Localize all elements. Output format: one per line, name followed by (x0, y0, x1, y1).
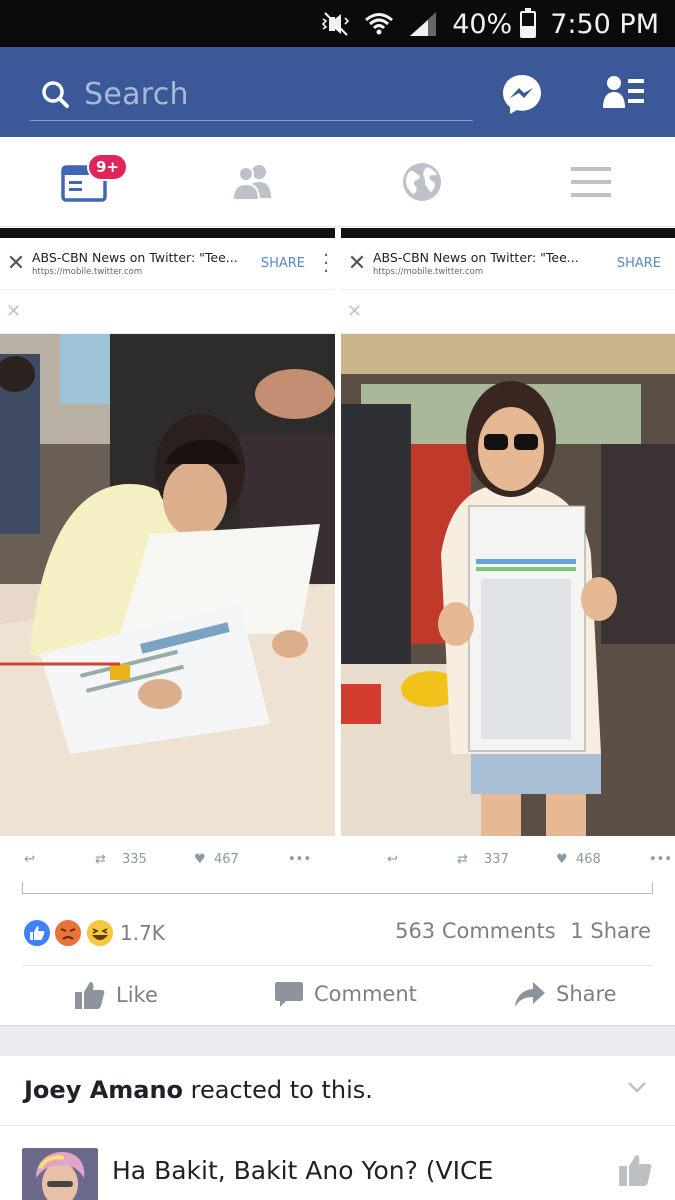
retweet-icon: ⇄ (95, 852, 106, 867)
embedded-browser-header: ✕ ABS-CBN News on Twitter: "Tee... https… (341, 238, 675, 290)
like-label: Like (116, 983, 158, 1007)
activity-story-header: Joey Amano reacted to this. (0, 1056, 675, 1126)
reaction-icons (22, 918, 114, 948)
comments-share-counts[interactable]: 563 Comments 1 Share (395, 919, 651, 943)
search-box[interactable]: Search (30, 69, 473, 121)
retweet-count: 337 (484, 852, 509, 867)
avatar[interactable] (22, 1148, 98, 1200)
reactions-summary[interactable]: 1.7K 563 Comments 1 Share (0, 905, 675, 965)
close-icon: ✕ (347, 251, 367, 276)
embedded-tweet-url: https://mobile.twitter.com (32, 267, 143, 277)
embedded-status-bar (0, 228, 335, 238)
tab-news-feed[interactable]: 9+ (34, 137, 134, 227)
reply-icon: ↩ (24, 852, 35, 867)
heart-icon: ♥ (556, 852, 568, 867)
friend-requests-icon[interactable] (603, 74, 645, 110)
post-photo-grid: ✕ ABS-CBN News on Twitter: "Tee... https… (0, 228, 675, 883)
tab-bar: 9+ (0, 137, 675, 227)
photo-woman-holding-ballot (341, 334, 675, 836)
next-post: Ha Bakit, Bakit Ano Yon? (VICE (0, 1126, 675, 1200)
search-icon (42, 80, 69, 108)
retweet-icon: ⇄ (457, 852, 468, 867)
embedded-share-label: SHARE (260, 256, 305, 271)
tab-menu[interactable] (541, 137, 641, 227)
chevron-down-icon[interactable] (627, 1080, 647, 1094)
heart-icon: ♥ (194, 852, 206, 867)
page-post-title[interactable]: Ha Bakit, Bakit Ano Yon? (VICE (112, 1156, 493, 1185)
comment-button[interactable]: Comment (274, 980, 417, 1008)
comment-label: Comment (314, 982, 417, 1006)
reply-icon: ↩ (387, 852, 398, 867)
battery-percent: 40% (452, 8, 513, 40)
clock: 7:50 PM (550, 8, 659, 40)
like-page-icon[interactable] (617, 1152, 653, 1188)
more-icon: ••• (288, 852, 312, 867)
close-icon: ✕ (6, 251, 26, 276)
activity-text: reacted to this. (183, 1076, 373, 1104)
signal-icon (410, 12, 437, 36)
embedded-status-bar (341, 228, 675, 238)
thumbs-up-icon (75, 982, 105, 1009)
notification-badge: 9+ (87, 153, 129, 181)
like-button[interactable]: Like (74, 980, 158, 1010)
embedded-close-icon: ✕ (0, 290, 335, 334)
tweet-actions: ↩ ⇄ 335 ♥ 467 ••• (0, 840, 335, 880)
menu-icon (571, 167, 611, 197)
retweet-count: 335 (122, 852, 147, 867)
post-photo-right[interactable]: ✕ ABS-CBN News on Twitter: "Tee... https… (341, 228, 675, 883)
post-actions: Like Comment Share (22, 965, 653, 1025)
embedded-tweet-url: https://mobile.twitter.com (373, 267, 484, 277)
messenger-icon[interactable] (500, 72, 544, 116)
like-count: 467 (214, 852, 239, 867)
more-icon: ••• (649, 852, 673, 867)
tweet-actions: ↩ ⇄ 337 ♥ 468 ••• (341, 840, 675, 880)
feed-separator (0, 1025, 675, 1056)
more-icon: · · · (323, 245, 329, 282)
wifi-icon (365, 13, 394, 35)
friends-icon (231, 165, 271, 201)
share-arrow-icon (515, 982, 545, 1007)
comment-count[interactable]: 563 Comments (395, 919, 556, 943)
embedded-close-icon: ✕ (341, 290, 675, 334)
photo-woman-voting (0, 334, 335, 836)
status-bar: 40% 7:50 PM (0, 0, 675, 47)
embedded-browser-header: ✕ ABS-CBN News on Twitter: "Tee... https… (0, 238, 335, 290)
tab-notifications[interactable] (372, 137, 472, 227)
share-button[interactable]: Share (514, 980, 617, 1008)
embedded-tweet-title: ABS-CBN News on Twitter: "Tee... (32, 250, 238, 265)
share-count[interactable]: 1 Share (570, 919, 651, 943)
battery-icon (520, 7, 537, 38)
top-bar: Search (0, 47, 675, 137)
comment-icon (275, 982, 303, 1007)
image-bottom-border (22, 882, 653, 894)
post-photo-left[interactable]: ✕ ABS-CBN News on Twitter: "Tee... https… (0, 228, 335, 883)
reaction-count: 1.7K (120, 921, 165, 945)
embedded-share-label: SHARE (616, 256, 661, 271)
share-label: Share (556, 982, 617, 1006)
like-count: 468 (576, 852, 601, 867)
globe-icon (403, 163, 441, 201)
tab-friends[interactable] (203, 137, 303, 227)
embedded-tweet-title: ABS-CBN News on Twitter: "Tee... (373, 250, 579, 265)
friend-name[interactable]: Joey Amano (24, 1076, 183, 1104)
vibrate-icon (322, 12, 350, 36)
search-placeholder: Search (84, 77, 189, 112)
